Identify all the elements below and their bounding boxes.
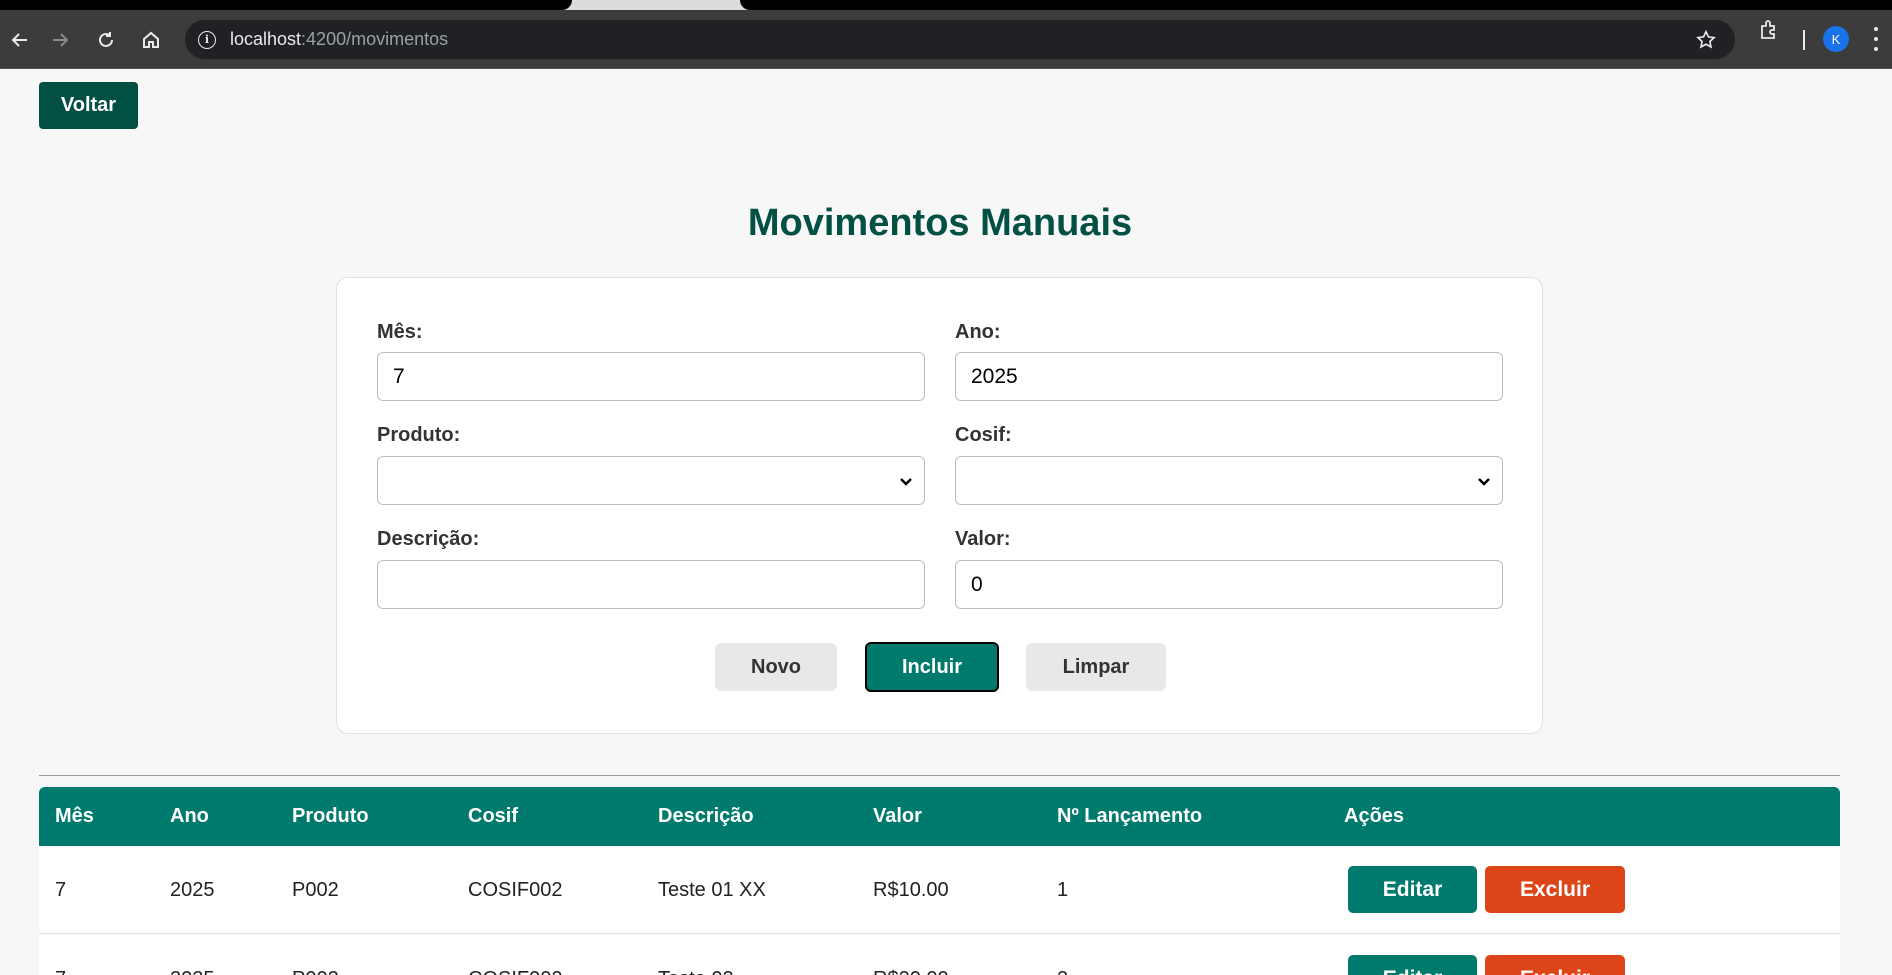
extensions-icon[interactable] xyxy=(1758,18,1782,42)
incluir-button[interactable]: Incluir xyxy=(865,642,999,692)
cell-cosif: COSIF002 xyxy=(468,878,563,901)
movimento-form-card: Mês: 7 Ano: 2025 Produto: Cosif: Descriç… xyxy=(336,277,1543,734)
mes-label: Mês: xyxy=(377,321,423,343)
column-header-cosif: Cosif xyxy=(468,805,518,827)
cell-mes: 7 xyxy=(55,935,66,975)
cell-descricao: Teste 02 xyxy=(658,935,734,975)
browser-tab[interactable] xyxy=(740,0,1892,10)
cell-ano: 2025 xyxy=(170,935,215,975)
table-header: Mês Ano Produto Cosif Descrição Valor Nº… xyxy=(39,787,1840,846)
cosif-select[interactable] xyxy=(955,456,1503,505)
column-header-acoes: Ações xyxy=(1344,805,1405,827)
url-text: localhost:4200/movimentos xyxy=(230,29,449,49)
cell-produto: P002 xyxy=(292,878,339,901)
excluir-button[interactable]: Excluir xyxy=(1485,866,1625,913)
cell-valor: R$20.00 xyxy=(873,935,949,975)
mes-input[interactable]: 7 xyxy=(377,352,925,401)
section-divider xyxy=(39,775,1840,776)
table-row: 7 2025 P002 COSIF002 Teste 01 XX R$10.00… xyxy=(39,846,1840,934)
column-header-ano: Ano xyxy=(170,805,209,827)
excluir-button[interactable]: Excluir xyxy=(1485,955,1625,975)
browser-tab[interactable] xyxy=(0,0,572,10)
cosif-label: Cosif: xyxy=(955,424,1012,446)
browser-toolbar: i localhost:4200/movimentos xyxy=(0,10,1892,69)
editar-button[interactable]: Editar xyxy=(1348,955,1477,975)
cell-mes: 7 xyxy=(55,878,67,901)
descricao-label: Descrição: xyxy=(377,528,480,550)
limpar-button[interactable]: Limpar xyxy=(1026,643,1166,691)
ano-input[interactable]: 2025 xyxy=(955,352,1503,401)
profile-avatar[interactable]: K xyxy=(1823,26,1849,52)
cell-cosif: COSIF002 xyxy=(468,935,562,975)
editar-button[interactable]: Editar xyxy=(1348,866,1477,913)
address-bar[interactable]: i localhost:4200/movimentos xyxy=(185,20,1735,59)
back-arrow-icon[interactable] xyxy=(0,10,40,69)
column-header-valor: Valor xyxy=(873,805,922,827)
cell-valor: R$10.00 xyxy=(873,878,949,901)
chevron-down-icon xyxy=(900,478,912,486)
site-info-icon[interactable]: i xyxy=(198,30,216,49)
novo-button[interactable]: Novo xyxy=(715,643,837,691)
column-header-descricao: Descrição xyxy=(658,805,754,827)
cell-ano: 2025 xyxy=(170,878,215,901)
reload-icon[interactable] xyxy=(86,10,126,69)
descricao-input[interactable] xyxy=(377,560,925,609)
bookmark-star-icon[interactable] xyxy=(1695,29,1717,51)
cell-lancamento: 2 xyxy=(1057,935,1068,975)
valor-input[interactable]: 0 xyxy=(955,560,1503,609)
toolbar-divider xyxy=(1803,30,1805,50)
home-icon[interactable] xyxy=(131,10,171,69)
cell-lancamento: 1 xyxy=(1057,878,1069,901)
column-header-lancamento: Nº Lançamento xyxy=(1057,805,1203,827)
valor-label: Valor: xyxy=(955,528,1011,550)
column-header-produto: Produto xyxy=(292,805,369,827)
ano-label: Ano: xyxy=(955,321,1001,343)
produto-select[interactable] xyxy=(377,456,925,505)
cell-produto: P002 xyxy=(292,935,339,975)
chevron-down-icon xyxy=(1478,478,1490,486)
column-header-mes: Mês xyxy=(55,805,94,827)
browser-menu-icon[interactable] xyxy=(1873,27,1879,51)
cell-descricao: Teste 01 XX xyxy=(658,878,766,901)
page-title: Movimentos Manuais xyxy=(747,202,1133,244)
table-row: 7 2025 P002 COSIF002 Teste 02 R$20.00 2 … xyxy=(39,935,1840,975)
forward-arrow-icon[interactable] xyxy=(40,10,80,69)
voltar-button[interactable]: Voltar xyxy=(39,82,138,129)
produto-label: Produto: xyxy=(377,424,461,446)
